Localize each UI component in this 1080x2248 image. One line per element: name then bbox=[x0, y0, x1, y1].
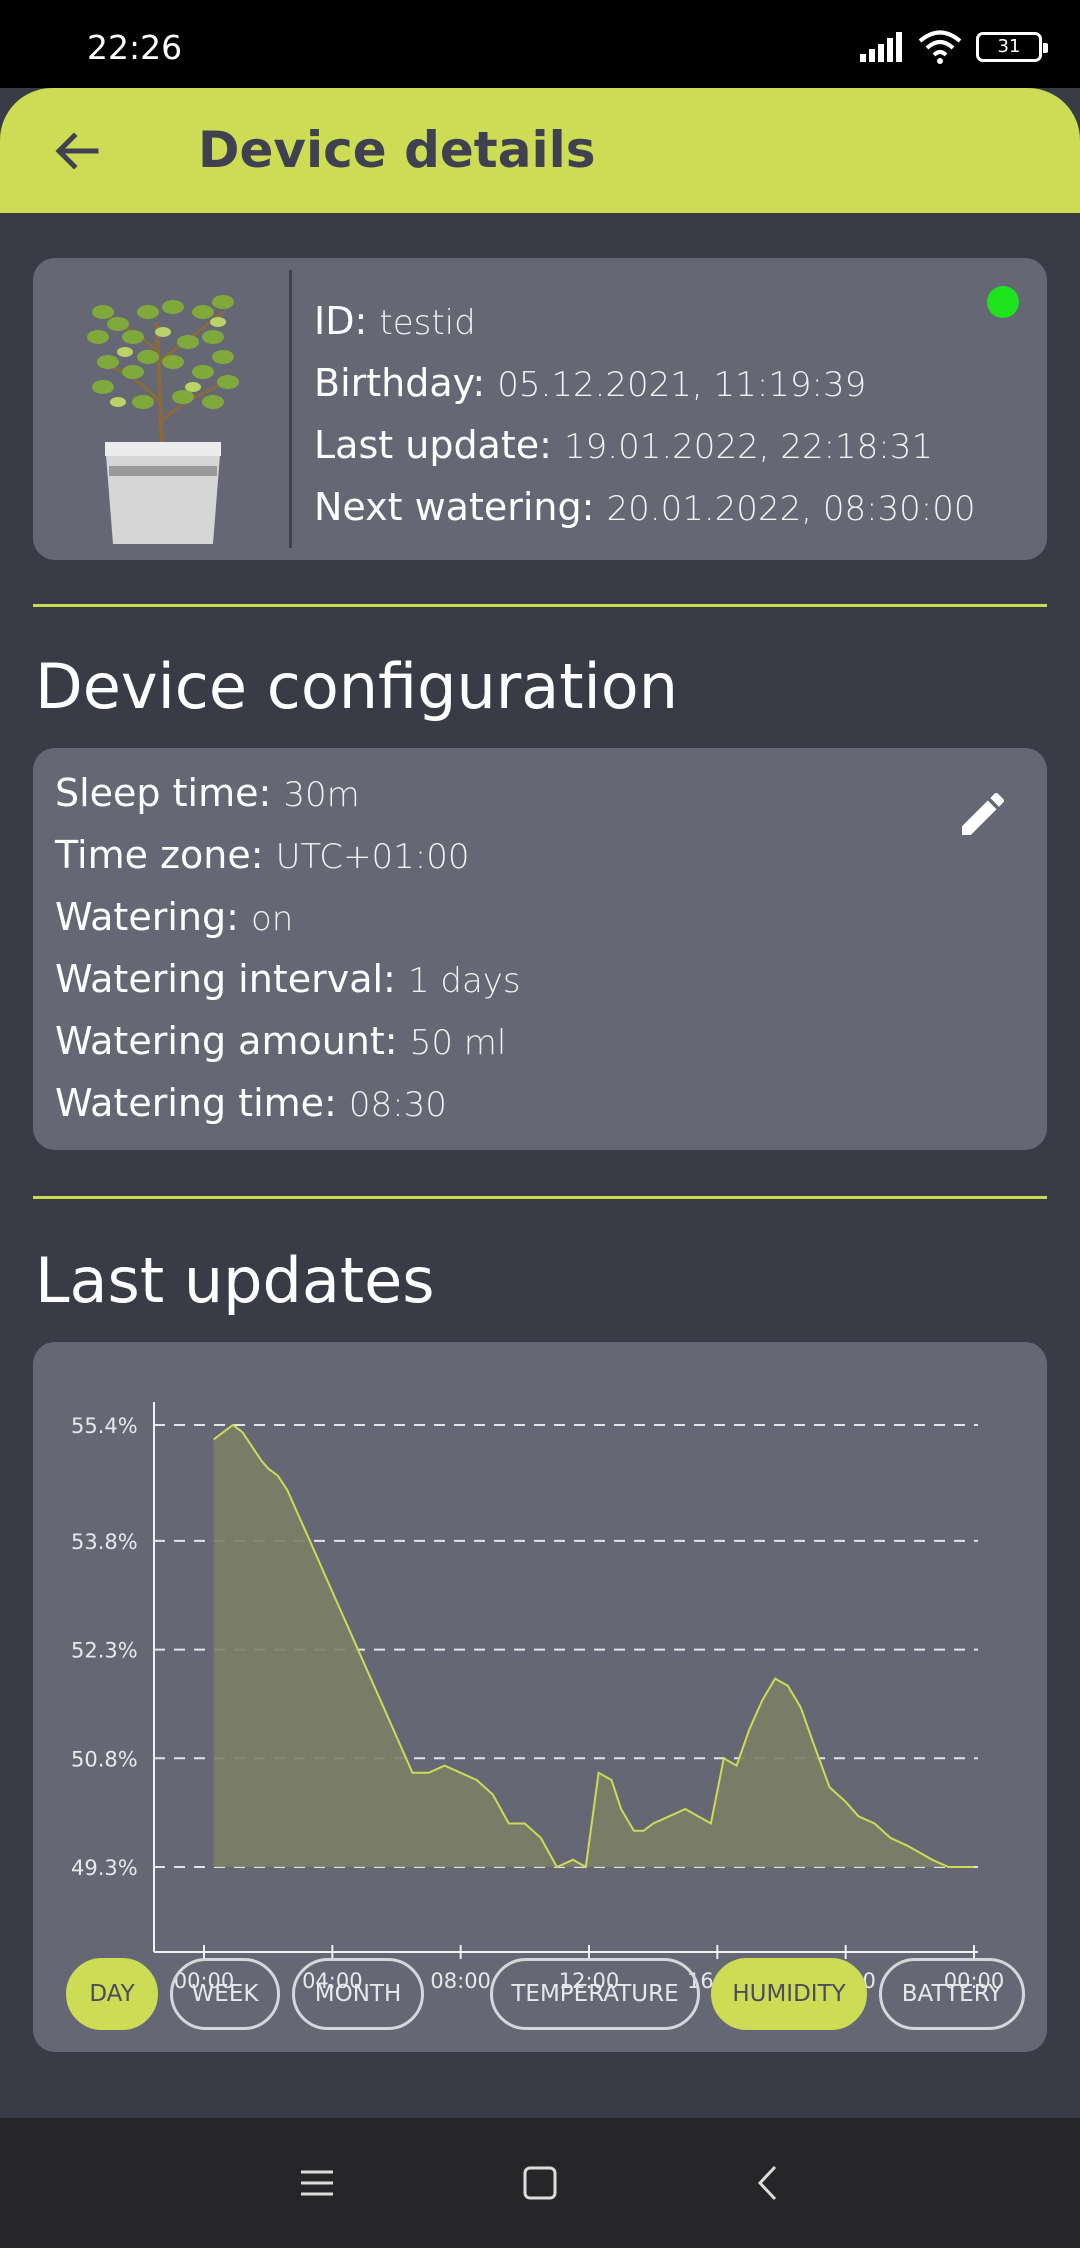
sleep-time-row: Sleep time: 30m bbox=[55, 771, 360, 815]
y-tick-label: 53.8% bbox=[71, 1530, 138, 1554]
range-month-button[interactable]: MONTH bbox=[292, 1958, 424, 2030]
y-tick-label: 49.3% bbox=[71, 1856, 138, 1880]
y-tick-label: 55.4% bbox=[71, 1414, 138, 1438]
battery-icon: 31 bbox=[976, 32, 1048, 62]
plant-icon bbox=[87, 295, 239, 544]
chart-card: 49.3% 50.8% 52.3% 53.8% 55.4% 00:00 04:00 08:00… bbox=[33, 1342, 1047, 2052]
page-title: Device details bbox=[198, 121, 596, 179]
updates-title: Last updates bbox=[35, 1244, 435, 1317]
online-status-dot bbox=[987, 286, 1019, 318]
signal-icon bbox=[860, 32, 902, 62]
last-update-row: Last update: 19.01.2022, 22:18:31 bbox=[314, 423, 934, 467]
navigation-bar bbox=[0, 2118, 1080, 2248]
screen: Device details ID: testid Birthday: 05.1… bbox=[0, 88, 1080, 2118]
watering-interval-row: Watering interval: 1 days bbox=[55, 957, 521, 1001]
section-divider bbox=[33, 1196, 1047, 1199]
range-day-button[interactable]: DAY bbox=[66, 1958, 158, 2030]
status-icons: 31 bbox=[860, 30, 1048, 64]
y-tick-label: 50.8% bbox=[71, 1747, 138, 1771]
metric-battery-button[interactable]: BATTERY bbox=[879, 1958, 1025, 2030]
back-arrow-icon[interactable] bbox=[44, 118, 110, 184]
device-info: ID: testid Birthday: 05.12.2021, 11:19:3… bbox=[314, 290, 976, 538]
y-tick-label: 52.3% bbox=[71, 1639, 138, 1663]
menu-icon[interactable] bbox=[292, 2158, 342, 2208]
time-zone-row: Time zone: UTC+01:00 bbox=[55, 833, 470, 877]
section-divider bbox=[33, 604, 1047, 607]
configuration-list: Sleep time: 30m Time zone: UTC+01:00 Wat… bbox=[55, 762, 521, 1134]
device-card: ID: testid Birthday: 05.12.2021, 11:19:3… bbox=[33, 258, 1047, 560]
back-chevron-icon[interactable] bbox=[743, 2158, 793, 2208]
wifi-icon bbox=[918, 30, 962, 64]
x-tick-label: 08:00 bbox=[430, 1969, 491, 1993]
watering-amount-row: Watering amount: 50 ml bbox=[55, 1019, 507, 1063]
humidity-chart: 49.3%50.8%52.3%53.8%55.4%00:00 04:00 08:00… bbox=[71, 1402, 1004, 1993]
home-square-icon[interactable] bbox=[515, 2158, 565, 2208]
watering-time-row: Watering time: 08:30 bbox=[55, 1081, 447, 1125]
watering-row: Watering: on bbox=[55, 895, 294, 939]
status-bar: 22:26 31 bbox=[0, 0, 1080, 92]
edit-pencil-icon[interactable] bbox=[955, 786, 1011, 842]
configuration-title: Device configuration bbox=[35, 650, 679, 723]
device-id-row: ID: testid bbox=[314, 299, 476, 343]
range-week-button[interactable]: WEEK bbox=[170, 1958, 280, 2030]
metric-temperature-button[interactable]: TEMPERATURE bbox=[490, 1958, 700, 2030]
card-divider bbox=[289, 270, 292, 548]
app-bar: Device details bbox=[0, 88, 1080, 213]
metric-humidity-button[interactable]: HUMIDITY bbox=[711, 1958, 867, 2030]
status-time: 22:26 bbox=[87, 28, 183, 67]
configuration-card: Sleep time: 30m Time zone: UTC+01:00 Wat… bbox=[33, 748, 1047, 1150]
next-watering-row: Next watering: 20.01.2022, 08:30:00 bbox=[314, 485, 976, 529]
birthday-row: Birthday: 05.12.2021, 11:19:39 bbox=[314, 361, 867, 405]
